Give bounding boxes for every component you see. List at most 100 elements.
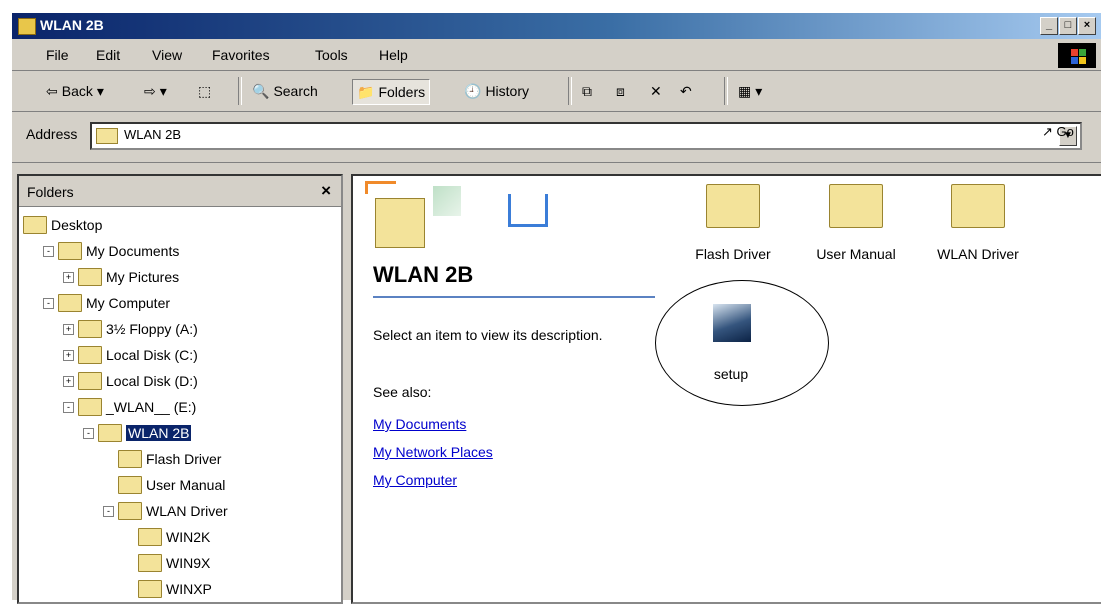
folders-button[interactable]: 📁 Folders: [352, 79, 431, 105]
expand-icon[interactable]: +: [63, 375, 74, 387]
forward-button[interactable]: ⇨ ▾: [144, 79, 167, 103]
copy-to-button[interactable]: ⧈: [616, 79, 625, 103]
tree-item[interactable]: - My Documents: [43, 238, 179, 264]
folder-icon: [96, 128, 118, 144]
collapse-icon[interactable]: -: [83, 427, 94, 439]
menu-edit[interactable]: Edit: [96, 47, 120, 63]
file-item-setup[interactable]: setup: [681, 366, 781, 382]
tree-item[interactable]: + Local Disk (C:): [63, 342, 198, 368]
toolbar-separator: [724, 77, 728, 105]
windows-logo-icon: [1058, 43, 1096, 68]
expand-icon[interactable]: +: [63, 349, 74, 361]
tree-item[interactable]: - WLAN Driver: [103, 498, 228, 524]
tree-item[interactable]: +3½ Floppy (A:): [63, 316, 198, 342]
tree-item[interactable]: - WLAN 2B: [83, 420, 192, 446]
link-my-network-places[interactable]: My Network Places: [373, 444, 493, 460]
address-input[interactable]: WLAN 2B ▼: [90, 122, 1082, 150]
tree-item[interactable]: - My Computer: [43, 290, 170, 316]
menu-tools[interactable]: Tools: [315, 47, 348, 63]
tree-item-label: Flash Driver: [146, 451, 222, 467]
go-button[interactable]: ↗ Go: [1042, 124, 1074, 140]
go-label: Go: [1056, 124, 1074, 139]
see-also-label: See also:: [373, 384, 432, 400]
menu-bar: File Edit View Favorites Tools Help: [12, 40, 1101, 71]
expand-icon[interactable]: +: [63, 323, 74, 335]
folders-pane-close-button[interactable]: ×: [321, 181, 331, 201]
toolbar-separator: [568, 77, 572, 105]
menu-file[interactable]: File: [46, 47, 69, 63]
folder-icon: [98, 424, 122, 442]
banner-decoration: [365, 181, 396, 194]
heading-underline: [373, 296, 655, 298]
search-button[interactable]: 🔍 Search: [252, 79, 318, 103]
forward-arrow-icon: ⇨: [144, 82, 156, 99]
folder-icon: [18, 18, 36, 35]
large-folder-icon: [375, 198, 425, 248]
dropdown-arrow-icon: ▾: [755, 82, 763, 99]
tree-item[interactable]: Flash Driver: [103, 446, 221, 472]
menu-help[interactable]: Help: [379, 47, 408, 63]
file-item-wlan-driver[interactable]: WLAN Driver: [928, 184, 1028, 262]
tree-item[interactable]: WIN9X: [123, 550, 210, 576]
tree-item[interactable]: User Manual: [103, 472, 225, 498]
link-my-documents[interactable]: My Documents: [373, 416, 466, 432]
expand-icon[interactable]: +: [63, 271, 74, 283]
folder-icon: [829, 184, 883, 228]
menu-view[interactable]: View: [152, 47, 182, 63]
undo-icon: ↶: [680, 82, 692, 99]
history-label: History: [485, 83, 529, 99]
copy-to-icon: ⧈: [616, 82, 625, 99]
tree-item[interactable]: + Local Disk (D:): [63, 368, 198, 394]
description-text: Select an item to view its description.: [373, 327, 603, 343]
tree-item[interactable]: - _WLAN__ (E:): [63, 394, 196, 420]
setup-icon[interactable]: [713, 304, 751, 342]
move-to-icon: ⧉: [582, 82, 592, 99]
toolbar-separator: [238, 77, 242, 105]
views-button[interactable]: ▦ ▾: [738, 79, 762, 103]
tree-item-label: Desktop: [51, 217, 103, 233]
tree-item-label: My Computer: [86, 295, 171, 311]
folder-icon: [138, 580, 162, 598]
file-item-flash-driver[interactable]: Flash Driver: [683, 184, 783, 262]
tree-item-label: User Manual: [146, 477, 226, 493]
move-to-button[interactable]: ⧉: [582, 79, 592, 103]
tree-item-label: WINXP: [166, 581, 212, 597]
address-label: Address: [26, 126, 78, 142]
tree-item-label: 3½ Floppy (A:): [106, 321, 198, 337]
tree-item[interactable]: WIN2K: [123, 524, 210, 550]
minimize-button[interactable]: _: [1040, 17, 1058, 35]
delete-icon: ✕: [650, 82, 662, 99]
history-button[interactable]: 🕘 History: [464, 79, 529, 103]
standard-toolbar: ⇦ Back ▾ ⇨ ▾ ⬚ 🔍 Search 📁 Folders 🕘 Hist…: [12, 71, 1101, 112]
tree-item[interactable]: Desktop: [23, 212, 102, 238]
folder-icon: [118, 450, 142, 468]
item-label: setup: [713, 366, 749, 382]
folder-icon: [138, 528, 162, 546]
search-label: Search: [273, 83, 318, 99]
address-bar: Address WLAN 2B ▼ ↗ Go: [12, 112, 1101, 163]
folder-icon: [78, 268, 102, 286]
maximize-button[interactable]: □: [1059, 17, 1077, 35]
address-value: WLAN 2B: [124, 127, 182, 142]
collapse-icon[interactable]: -: [63, 401, 74, 413]
tree-item[interactable]: WINXP: [123, 576, 212, 602]
file-item-user-manual[interactable]: User Manual: [806, 184, 906, 262]
collapse-icon[interactable]: -: [43, 245, 54, 257]
back-button[interactable]: ⇦ Back ▾: [46, 79, 104, 103]
content-pane: WLAN 2B Select an item to view its descr…: [351, 174, 1101, 604]
close-button[interactable]: ×: [1078, 17, 1096, 35]
menu-favorites[interactable]: Favorites: [212, 47, 270, 63]
collapse-icon[interactable]: -: [43, 297, 54, 309]
title-bar: WLAN 2B _ □ ×: [12, 13, 1101, 39]
delete-button[interactable]: ✕: [650, 79, 662, 103]
collapse-icon[interactable]: -: [103, 505, 114, 517]
undo-button[interactable]: ↶: [680, 79, 692, 103]
tree-item-label: My Documents: [86, 243, 180, 259]
folder-icon: [118, 502, 142, 520]
up-folder-button[interactable]: ⬚: [198, 79, 211, 103]
tree-item[interactable]: + My Pictures: [63, 264, 179, 290]
search-icon: 🔍: [252, 82, 270, 99]
link-my-computer[interactable]: My Computer: [373, 472, 457, 488]
folders-pane: Folders × Desktop - My Documents + My Pictur…: [17, 174, 343, 604]
up-folder-icon: ⬚: [198, 82, 212, 99]
